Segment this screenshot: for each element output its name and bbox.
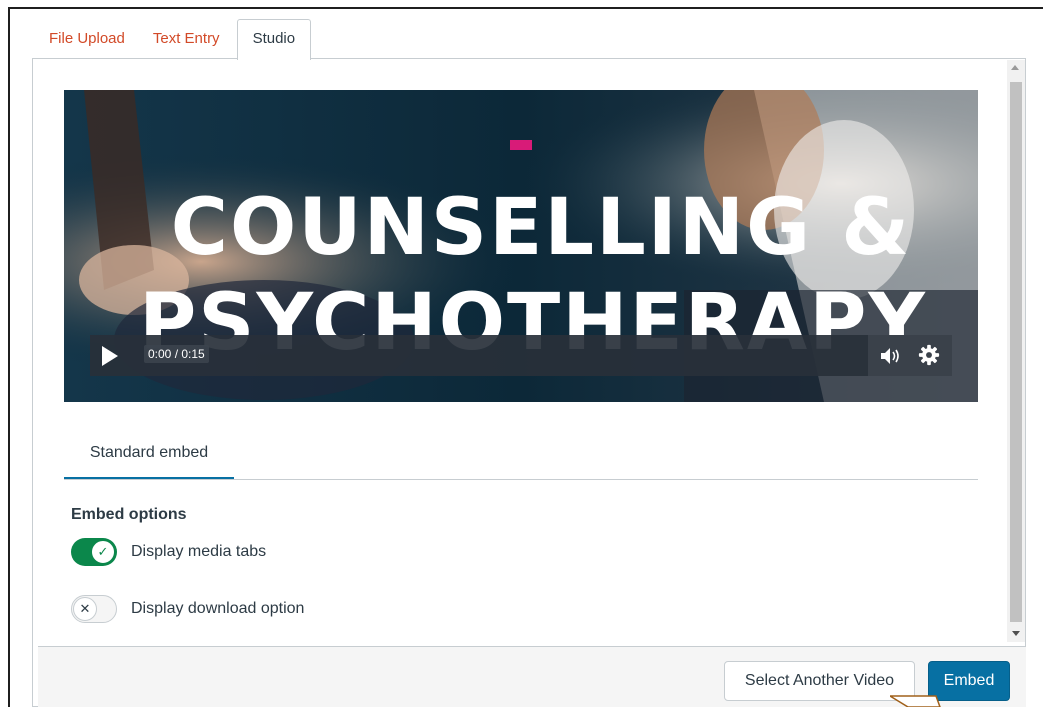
video-player[interactable]: COUNSELLING & PSYCHOTHERAPY 0:00 / 0:15 (64, 90, 978, 402)
tab-file-upload[interactable]: File Upload (38, 19, 136, 59)
submission-tabs: File Upload Text Entry Studio (38, 19, 317, 60)
display-download-option-label: Display download option (131, 600, 305, 617)
tab-standard-embed[interactable]: Standard embed (64, 432, 234, 480)
display-media-tabs-toggle[interactable]: ✓ (71, 538, 117, 566)
settings-gear-icon[interactable] (918, 344, 940, 366)
select-another-video-button[interactable]: Select Another Video (724, 661, 915, 701)
video-title-line1: COUNSELLING & (170, 183, 912, 273)
scroll-up-arrow-icon[interactable] (1011, 65, 1019, 70)
scroll-down-arrow-icon[interactable] (1012, 631, 1020, 636)
display-media-tabs-row: ✓ Display media tabs (71, 538, 266, 566)
video-time: 0:00 / 0:15 (144, 345, 209, 363)
brand-accent-mark (510, 140, 532, 150)
embed-options-heading: Embed options (71, 506, 187, 523)
scroll-thumb[interactable] (1010, 82, 1022, 622)
panel-scrollbar[interactable] (1007, 60, 1025, 642)
video-controls: 0:00 / 0:15 (90, 335, 952, 376)
arrow-pointer-icon (890, 695, 941, 707)
checkmark-icon: ✓ (91, 540, 115, 564)
x-icon: ✕ (73, 597, 97, 621)
display-download-option-toggle[interactable]: ✕ (71, 595, 117, 623)
play-icon[interactable] (102, 346, 118, 366)
controls-right (868, 335, 952, 376)
dialog-footer: Select Another Video Embed (38, 646, 1026, 707)
display-download-option-row: ✕ Display download option (71, 595, 304, 623)
tab-studio[interactable]: Studio (236, 19, 312, 60)
display-media-tabs-label: Display media tabs (131, 543, 267, 560)
tab-text-entry[interactable]: Text Entry (142, 19, 231, 59)
volume-icon[interactable] (880, 346, 902, 366)
embed-tabs-divider (64, 479, 978, 480)
